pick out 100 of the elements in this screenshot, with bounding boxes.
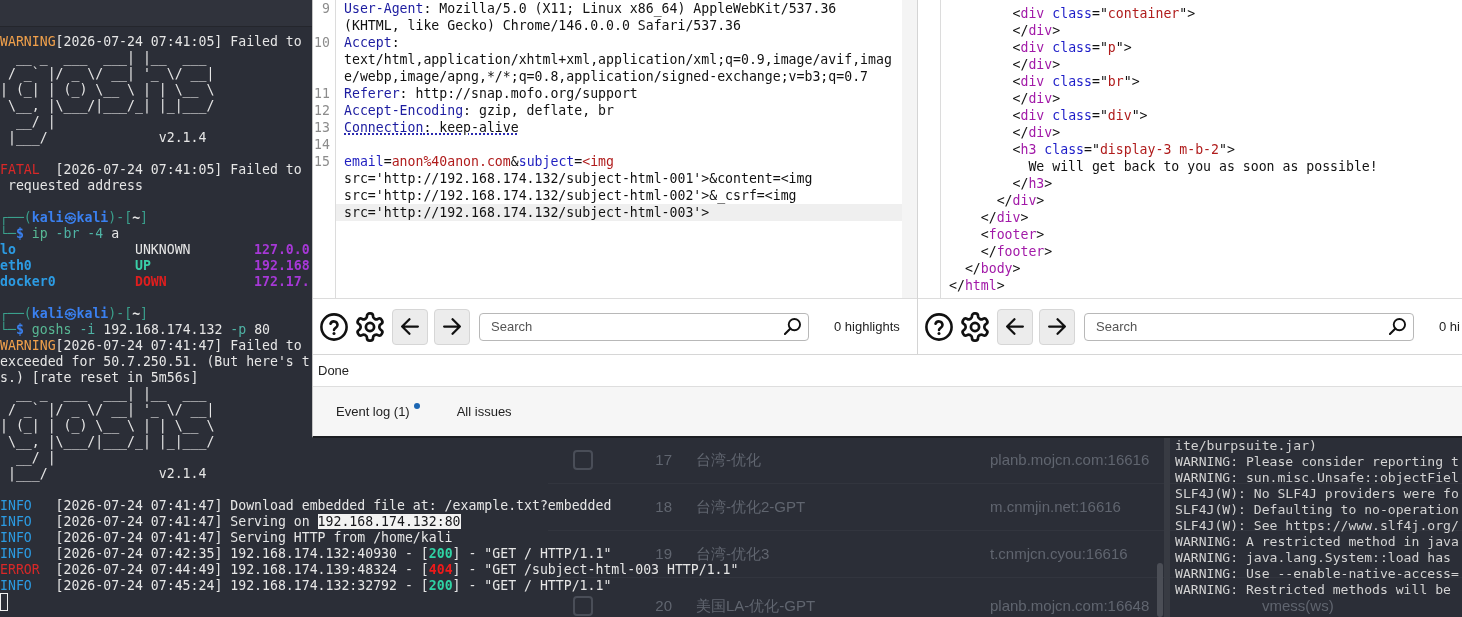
code-line: </body> [964,261,1021,276]
table-cell: 17 [655,451,672,468]
forward-button[interactable] [434,308,470,345]
code-line: </div> [1012,125,1061,140]
code-line: </h3> [1012,176,1053,191]
help-icon[interactable] [320,312,348,341]
help-icon[interactable] [925,312,953,341]
terminal-line: WARNING[2026-07-24 07:41:05] Failed to [0,34,302,49]
terminal-line: exceeded for 50.7.250.51. (But here's t [0,354,310,369]
terminal-line: | (_| | (_) \__ \ | | \__ \ [0,82,215,97]
table-cell: 19 [655,545,672,562]
code-line: Accept: text/html,application/xhtml+xml,application/xml;q=0.9,image/avif,image/webp,image/apng,*/*;q=0.8,application/signed-exchange;v=b3;q=0.7 [344,34,892,85]
code-line: User-Agent: Mozilla/5.0 (X11; Linux x86_64) AppleWebKit/537.36 (KHTML, like Gecko) Chrome/146.0.0.0 Safari/537.36 [344,0,838,34]
back-button[interactable] [392,308,428,345]
code-line: <div class="div"> [1012,108,1148,123]
code-line: </div> [1012,57,1061,72]
checkbox[interactable] [573,596,593,616]
arrow-left-icon [1006,318,1024,335]
terminal-line: requested address [7,178,143,193]
terminal-line: WARNING: sun.misc.Unsafe::objectFiel [1175,470,1459,485]
forward-button[interactable] [1039,308,1075,345]
terminal-line: WARNING: A restricted method in java [1175,534,1459,549]
code-line: Referer: http://snap.mofo.org/support [344,85,638,102]
terminal-line: / _` |/ _ \/ __| '_ \/ __| [7,66,215,81]
terminal-line: SLF4J(W): Defaulting to no-operation [1175,502,1459,517]
terminal-line: FATAL [2026-07-24 07:41:05] Failed to [0,162,302,177]
code-line: We will get back to you as soon as possible! [1028,159,1378,174]
line-number: 14 [314,137,330,152]
terminal-line: s.) [rate reset in 5m56s] [0,370,199,385]
arrow-right-icon [443,318,461,335]
line-number: 10 [314,35,330,50]
terminal-line: ite/burpsuite.jar) [1175,438,1317,453]
table-cell: vmess(ws) [1262,597,1334,614]
highlight-count: 0 hi [1439,317,1460,336]
terminal-line: eth0 UP 192.168 [0,258,310,273]
table-cell: 18 [655,498,672,515]
code-line: <footer> [980,227,1045,242]
terminal-line: WARNING: Restricted methods will be [1175,582,1451,597]
code-line: </html> [949,278,1005,293]
arrow-right-icon [1048,318,1066,335]
terminal-line: __/ | [15,114,56,129]
terminal-line: __/ | [15,450,56,465]
cursor-icon [0,593,8,611]
terminal-line: INFO [2026-07-24 07:45:24] 192.168.174.132:32792 - [200] - "GET / HTTP/1.1" [0,578,612,593]
line-number: 12 [314,103,330,118]
terminal-line: | (_| | (_) \__ \ | | \__ \ [0,418,215,433]
arrow-left-icon [401,318,419,335]
tab[interactable]: Event log (1) [336,401,420,422]
scrollbar[interactable] [1157,563,1163,617]
tab[interactable]: All issues [456,401,512,422]
line-number: 9 [322,1,330,16]
settings-icon[interactable] [960,311,990,342]
terminal-line: INFO [2026-07-24 07:42:35] 192.168.174.132:40930 - [200] - "GET / HTTP/1.1" [0,546,612,561]
search-field[interactable]: Search [1084,312,1414,341]
terminal-line: WARNING[2026-07-24 07:41:47] Failed to [0,338,302,353]
code-line: </div> [1012,91,1061,106]
code-line: </div> [980,210,1029,225]
terminal-line: INFO [2026-07-24 07:41:47] Serving HTTP from /home/kali [0,530,453,545]
terminal-line: SLF4J(W): No SLF4J providers were fo [1175,486,1459,501]
table-cell: m.cnmjin.net:16616 [990,498,1121,515]
checkbox[interactable] [573,450,593,470]
scrollbar[interactable] [902,0,917,298]
code-line: </div> [996,193,1045,208]
search-icon [784,318,801,335]
table-cell: t.cnmjcn.cyou:16616 [990,545,1128,562]
line-number: 15 [314,154,330,169]
settings-icon[interactable] [355,311,385,342]
highlight-count: 0 highlights [834,317,900,336]
back-button[interactable] [997,308,1033,345]
terminal-line: docker0 DOWN 172.17. [0,274,310,289]
terminal-line: __ _ ___ ___| |__ ___ [15,50,207,65]
terminal-line: __ _ ___ ___| |__ ___ [15,386,207,401]
table-cell: 20 [655,597,672,614]
terminal-line: ┌──(kali㉿kali)-[~] [0,306,149,321]
code-line: </footer> [980,244,1053,259]
code-line: <h3 class="display-3 m-b-2"> [1012,142,1235,157]
terminal-line: \__, |\___/|___/_| |_|___/ [7,98,215,113]
terminal-line: INFO [2026-07-24 07:41:47] Download embedded file at: /example.txt?embedded [0,498,612,513]
table-cell: planb.mojcn.com:16648 [990,597,1150,614]
terminal-line: WARNING: Please consider reporting t [1175,454,1459,469]
status-text: Done [318,361,350,380]
terminal-line: WARNING: java.lang.System::load has [1175,550,1451,565]
search-field[interactable]: Search [479,312,809,341]
terminal-line: ERROR [2026-07-24 07:44:49] 192.168.174.139:48324 - [404] - "GET /subject-html-003 HTTP/1.1" [0,562,739,577]
terminal-line: lo UNKNOWN 127.0.0 [0,242,310,257]
code-line: email=anon%40anon.com&subject=<img src='http://192.168.174.132/subject-html-001'>&content=<img src='http://192.168.174.132/subject-html-002'>&_csrf=<img src='http://192.168.174.132/subject-html-003'> [344,153,814,221]
terminal-line: ┌──(kali㉿kali)-[~] [0,210,149,225]
line-number: 11 [314,86,330,101]
search-icon [1389,318,1406,335]
terminal-line: └─$ ip -br -4 a [0,226,120,241]
terminal-line: |___/ v2.1.4 [7,130,207,145]
terminal-line: └─$ goshs -i 192.168.174.132 -p 80 [0,322,270,337]
code-line: Connection: keep-alive [344,119,519,136]
code-line: <div class="br"> [1012,74,1140,89]
code-line: <div class="p"> [1012,40,1132,55]
code-line: </div> [1012,23,1061,38]
line-number: 13 [314,120,330,135]
terminal-line: |___/ v2.1.4 [7,466,207,481]
code-line: Accept-Encoding: gzip, deflate, br [344,102,614,119]
terminal-line: \__, |\___/|___/_| |_|___/ [7,434,215,449]
